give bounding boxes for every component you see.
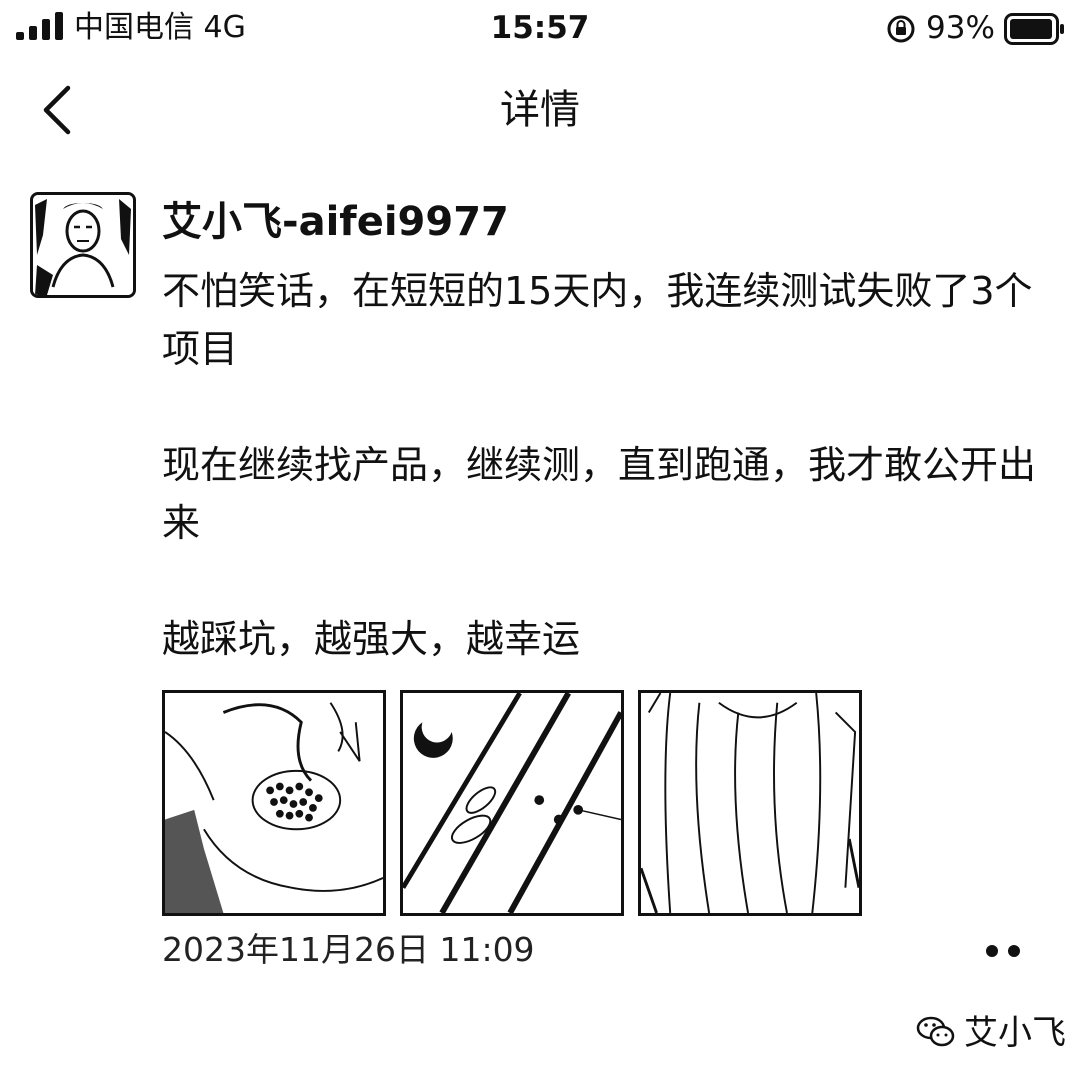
avatar[interactable] [30,192,136,298]
post-text: 不怕笑话，在短短的15天内，我连续测试失败了3个项目 现在继续找产品，继续测，直… [162,262,1042,668]
battery-icon [1004,13,1064,45]
avatar-image [33,195,133,295]
photo-image [403,693,621,913]
orientation-lock-icon [887,15,915,43]
watermark-text: 艾小飞 [964,1013,1066,1053]
post-paragraph: 越踩坑，越强大，越幸运 [162,617,581,661]
battery-percent: 93% [926,10,995,46]
post-author-name[interactable]: 艾小飞-aifei9977 [162,194,509,250]
post-photo[interactable] [638,690,862,916]
photo-image [165,702,383,913]
post-timestamp: 2023年11月26日 11:09 [162,930,535,969]
page-title: 详情 [500,87,580,133]
post-paragraph: 现在继续找产品，继续测，直到跑通，我才敢公开出来 [162,443,1037,545]
post-photo[interactable] [162,690,386,916]
status-time: 15:57 [490,10,590,46]
wechat-icon [916,1016,955,1047]
post-photo[interactable] [400,690,624,916]
post-paragraph: 不怕笑话，在短短的15天内，我连续测试失败了3个项目 [162,269,1033,371]
more-button[interactable] [978,936,1030,966]
photo-image [641,693,859,913]
status-bar: 中国电信 4G 15:57 93% [0,0,1080,58]
photo-grid [162,690,862,916]
